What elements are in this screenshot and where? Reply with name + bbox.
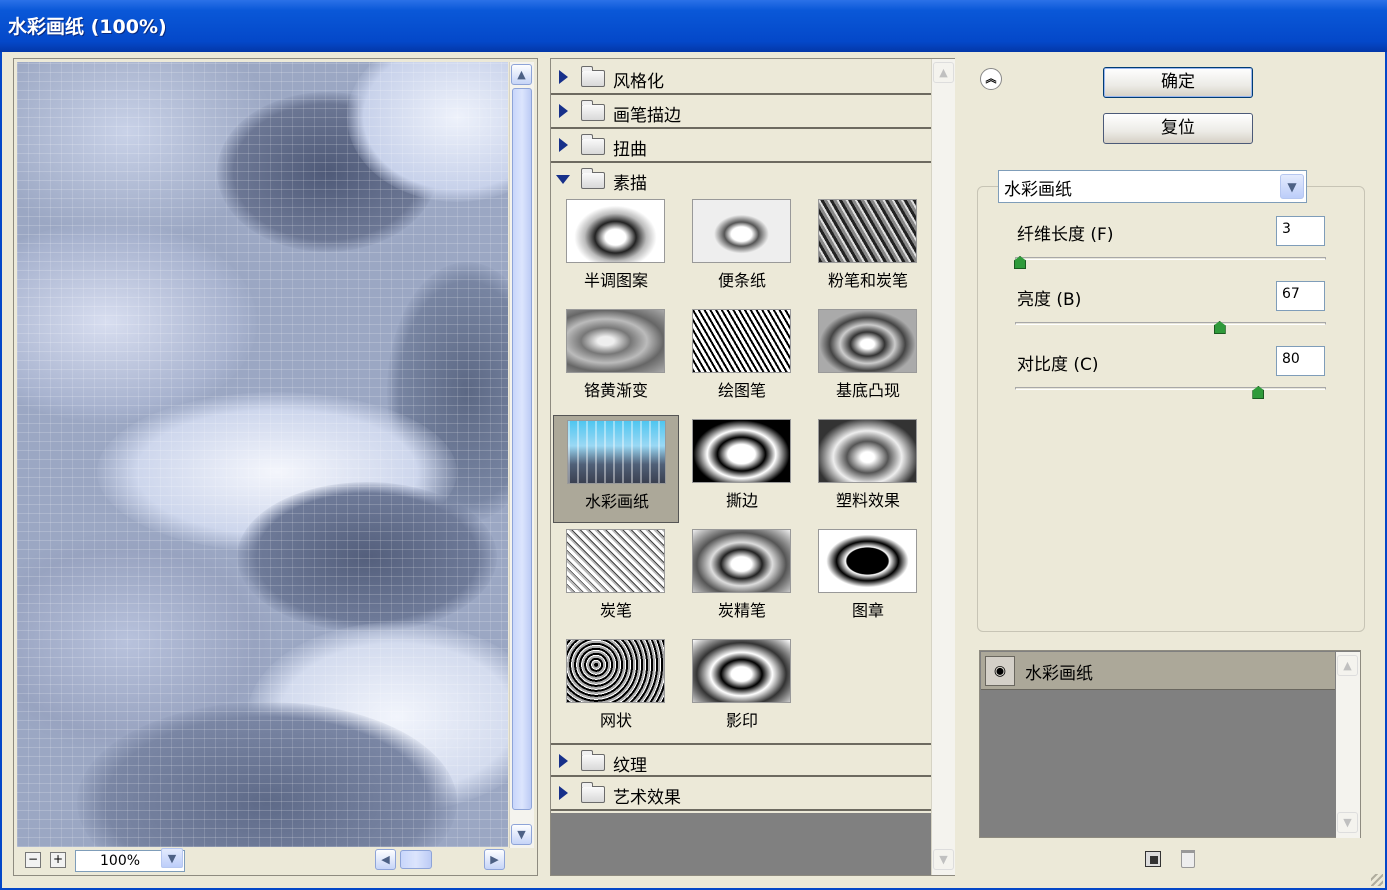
filter-thumb[interactable]: 铬黄渐变 xyxy=(553,305,679,413)
preview-image[interactable] xyxy=(17,62,508,847)
fiber-length-input[interactable]: 3 xyxy=(1276,216,1325,246)
param-label-brightness: 亮度 (B) xyxy=(1017,290,1082,310)
filter-thumb[interactable]: 绘图笔 xyxy=(679,305,805,413)
new-layer-icon[interactable] xyxy=(1145,851,1161,867)
category-distort[interactable]: 扭曲 xyxy=(551,129,931,163)
filter-thumb[interactable]: 炭精笔 xyxy=(679,525,805,633)
zoom-bar: − + 100% ▼ ◀ ▶ xyxy=(17,848,508,874)
category-artistic[interactable]: 艺术效果 xyxy=(551,777,931,811)
filter-thumb[interactable]: 网状 xyxy=(553,635,679,743)
effect-layer[interactable]: ◉ 水彩画纸 xyxy=(981,652,1335,690)
contrast-input[interactable]: 80 xyxy=(1276,346,1325,376)
filter-list: 风格化 画笔描边 扭曲 素描 半调图案 便条纸 粉笔和炭笔 铬黄渐变 绘图笔 基… xyxy=(550,58,955,876)
brightness-input[interactable]: 67 xyxy=(1276,281,1325,311)
filter-thumb[interactable]: 炭笔 xyxy=(553,525,679,633)
reset-button[interactable]: 复位 xyxy=(1103,113,1253,144)
filter-thumb[interactable]: 半调图案 xyxy=(553,195,679,303)
collapse-icon[interactable]: ︽ xyxy=(980,68,1002,90)
resize-grip[interactable] xyxy=(1371,874,1383,886)
filter-select[interactable]: 水彩画纸 ▼ xyxy=(998,170,1307,203)
fiber-length-slider[interactable] xyxy=(1015,257,1326,260)
window-title: 水彩画纸 (100%) xyxy=(8,16,167,38)
folder-icon xyxy=(581,782,605,803)
filter-thumb[interactable]: 撕边 xyxy=(679,415,805,523)
filter-list-scrollbar[interactable]: ▲ ▼ xyxy=(931,59,955,875)
filter-thumb[interactable]: 便条纸 xyxy=(679,195,805,303)
ok-button[interactable]: 确定 xyxy=(1103,67,1253,98)
filter-thumb[interactable]: 影印 xyxy=(679,635,805,743)
trash-icon[interactable] xyxy=(1181,850,1195,868)
scroll-up-icon[interactable]: ▲ xyxy=(933,62,954,83)
preview-scrollbar[interactable]: ▲ ▼ xyxy=(509,62,534,848)
scroll-down-icon[interactable]: ▼ xyxy=(511,824,532,845)
contrast-slider[interactable] xyxy=(1015,387,1326,390)
scroll-left-icon[interactable]: ◀ xyxy=(375,849,396,870)
filter-thumb[interactable]: 基底凸现 xyxy=(805,305,931,413)
effect-layers-panel: ◉ 水彩画纸 ▲ ▼ xyxy=(979,650,1361,838)
folder-open-icon xyxy=(581,168,605,189)
filter-thumb[interactable]: 塑料效果 xyxy=(805,415,931,523)
filter-thumb[interactable]: 粉笔和炭笔 xyxy=(805,195,931,303)
zoom-dropdown-icon[interactable]: ▼ xyxy=(161,848,183,868)
chevron-down-icon[interactable]: ▼ xyxy=(1280,174,1304,199)
scroll-right-icon[interactable]: ▶ xyxy=(484,849,505,870)
category-sketch[interactable]: 素描 xyxy=(551,163,931,197)
title-bar: 水彩画纸 (100%) xyxy=(0,0,1387,52)
scroll-down-icon[interactable]: ▼ xyxy=(933,849,954,870)
scroll-up-icon[interactable]: ▲ xyxy=(511,64,532,85)
zoom-out-icon[interactable]: − xyxy=(25,852,41,868)
folder-icon xyxy=(581,66,605,87)
filter-thumb-selected[interactable]: 水彩画纸 xyxy=(553,415,679,523)
settings-group xyxy=(977,186,1365,632)
scroll-down-icon[interactable]: ▼ xyxy=(1337,812,1358,833)
scroll-up-icon[interactable]: ▲ xyxy=(1337,655,1358,676)
brightness-slider[interactable] xyxy=(1015,322,1326,325)
folder-icon xyxy=(581,100,605,121)
category-texture[interactable]: 纹理 xyxy=(551,743,931,777)
param-label-fiber-length: 纤维长度 (F) xyxy=(1017,225,1114,245)
folder-icon xyxy=(581,750,605,771)
category-brush-strokes[interactable]: 画笔描边 xyxy=(551,95,931,129)
zoom-in-icon[interactable]: + xyxy=(50,852,66,868)
category-stylize[interactable]: 风格化 xyxy=(551,61,931,95)
layers-scrollbar[interactable]: ▲ ▼ xyxy=(1336,652,1360,838)
eye-icon[interactable]: ◉ xyxy=(985,656,1015,686)
filter-thumb[interactable]: 图章 xyxy=(805,525,931,633)
folder-icon xyxy=(581,134,605,155)
param-label-contrast: 对比度 (C) xyxy=(1017,355,1099,375)
